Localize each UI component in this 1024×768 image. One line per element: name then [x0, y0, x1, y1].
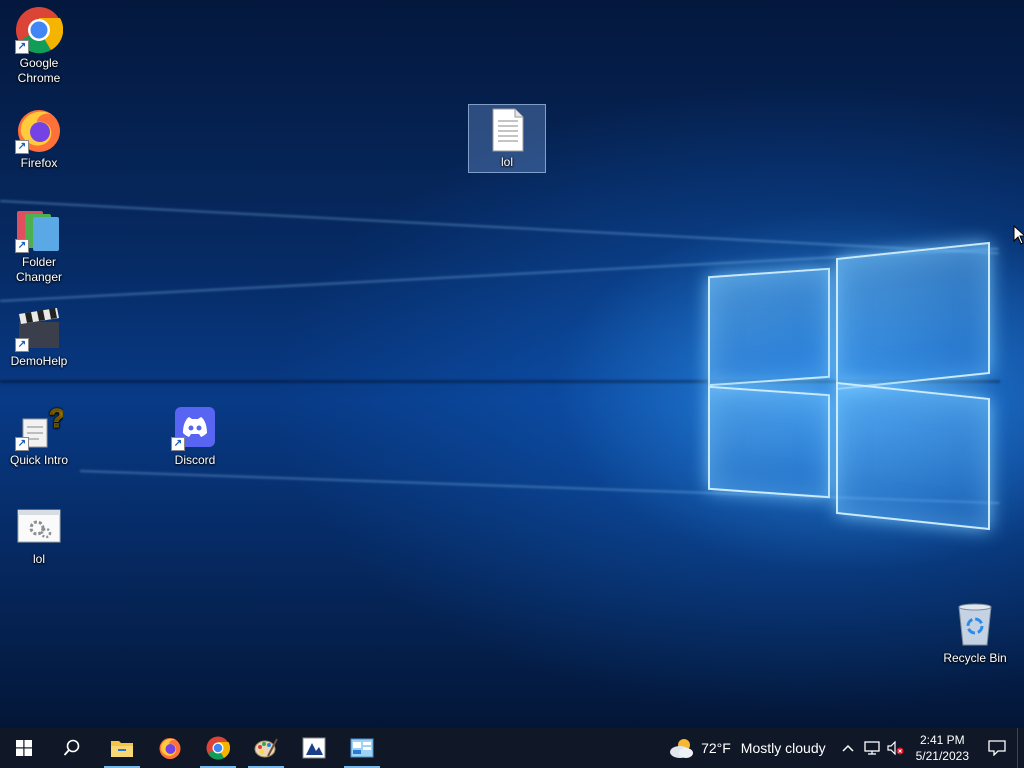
- discord-icon: ↗: [171, 403, 219, 451]
- shortcut-arrow-icon: ↗: [15, 338, 29, 352]
- action-center-button[interactable]: [977, 728, 1017, 768]
- shortcut-arrow-icon: ↗: [15, 239, 29, 253]
- start-button[interactable]: [0, 728, 48, 768]
- taskbar-paint[interactable]: [242, 728, 290, 768]
- desktop-icon-quick-intro[interactable]: ? ↗ Quick Intro: [1, 403, 77, 468]
- show-hidden-icons-button[interactable]: [836, 728, 860, 768]
- chevron-up-icon: [842, 744, 854, 752]
- volume-muted-icon: [887, 741, 904, 755]
- weather-widget[interactable]: 72°F Mostly cloudy: [659, 737, 836, 759]
- chrome-icon: [206, 736, 230, 760]
- shortcut-arrow-icon: ↗: [15, 40, 29, 54]
- shortcut-arrow-icon: ↗: [171, 437, 185, 451]
- folder-icon: [111, 741, 133, 757]
- taskbar-app-1[interactable]: [290, 728, 338, 768]
- folder-changer-icon: ↗: [15, 205, 63, 253]
- desktop-icon-label: Discord: [174, 453, 216, 467]
- settings-window-icon: [15, 502, 63, 550]
- desktop-icon-discord[interactable]: ↗ Discord: [157, 403, 233, 468]
- volume-button[interactable]: [884, 728, 908, 768]
- taskbar-file-explorer[interactable]: [98, 728, 146, 768]
- recycle-bin-icon: [951, 601, 999, 649]
- weather-condition: Mostly cloudy: [740, 740, 826, 756]
- wallpaper-logo-pane: [708, 385, 830, 499]
- search-icon: [63, 739, 80, 756]
- shortcut-arrow-icon: ↗: [15, 140, 29, 154]
- shortcut-arrow-icon: ↗: [15, 437, 29, 451]
- desktop-icon-firefox[interactable]: ↗ Firefox: [1, 106, 77, 171]
- weather-temperature: 72°F: [701, 740, 731, 756]
- desktop-icon-label: DemoHelp: [10, 354, 68, 368]
- desktop-icon-lol-text[interactable]: lol: [468, 104, 546, 173]
- desktop[interactable]: ↗ Google Chrome ↗ Firefox ↗ Folder Chang…: [0, 0, 1024, 728]
- show-desktop-button[interactable]: [1017, 728, 1024, 768]
- desktop-icon-label: Quick Intro: [9, 453, 69, 467]
- system-tray: 72°F Mostly cloudy 2:41 PM 5/21/2023: [659, 728, 1024, 768]
- clock-time: 2:41 PM: [919, 733, 965, 747]
- clapperboard-icon: ↗: [15, 304, 63, 352]
- clock-date: 5/21/2023: [915, 749, 969, 763]
- taskbar-chrome[interactable]: [194, 728, 242, 768]
- desktop-icon-label: Recycle Bin: [943, 651, 1007, 665]
- text-document-icon: [483, 105, 531, 153]
- help-document-icon: ? ↗: [15, 403, 65, 451]
- desktop-icon-recycle-bin[interactable]: Recycle Bin: [937, 601, 1013, 666]
- search-button[interactable]: [48, 728, 96, 768]
- action-center-icon: [988, 740, 1006, 756]
- firefox-icon: ↗: [15, 106, 63, 154]
- taskbar-app-2[interactable]: [338, 728, 386, 768]
- wallpaper-logo-pane: [708, 267, 830, 387]
- network-button[interactable]: [860, 728, 884, 768]
- chrome-icon: ↗: [15, 6, 64, 54]
- image-app-icon: [302, 737, 326, 759]
- paint-palette-icon: [254, 738, 278, 758]
- control-panel-icon: [350, 738, 374, 758]
- taskbar: 72°F Mostly cloudy 2:41 PM 5/21/2023: [0, 728, 1024, 768]
- desktop-icon-label: Google Chrome: [17, 56, 61, 85]
- network-icon: [863, 741, 880, 755]
- desktop-icon-demohelp[interactable]: ↗ DemoHelp: [1, 304, 77, 369]
- desktop-icon-google-chrome[interactable]: ↗ Google Chrome: [1, 6, 77, 86]
- wallpaper-beam: [0, 200, 999, 255]
- desktop-icon-label: lol: [500, 155, 513, 169]
- wallpaper-logo-pane: [836, 241, 990, 391]
- clock[interactable]: 2:41 PM 5/21/2023: [908, 732, 977, 764]
- windows-start-icon: [16, 740, 32, 756]
- desktop-icon-lol-app[interactable]: lol: [1, 502, 77, 567]
- desktop-icon-label: Folder Changer: [15, 255, 63, 284]
- svg-text:?: ?: [49, 403, 63, 433]
- desktop-icon-label: Firefox: [20, 156, 58, 170]
- desktop-icon-folder-changer[interactable]: ↗ Folder Changer: [1, 205, 77, 285]
- wallpaper-logo-pane: [836, 381, 990, 531]
- firefox-icon: [159, 738, 181, 759]
- cloud-sun-icon: [670, 739, 694, 758]
- taskbar-firefox[interactable]: [146, 728, 194, 768]
- desktop-icon-label: lol: [32, 552, 45, 566]
